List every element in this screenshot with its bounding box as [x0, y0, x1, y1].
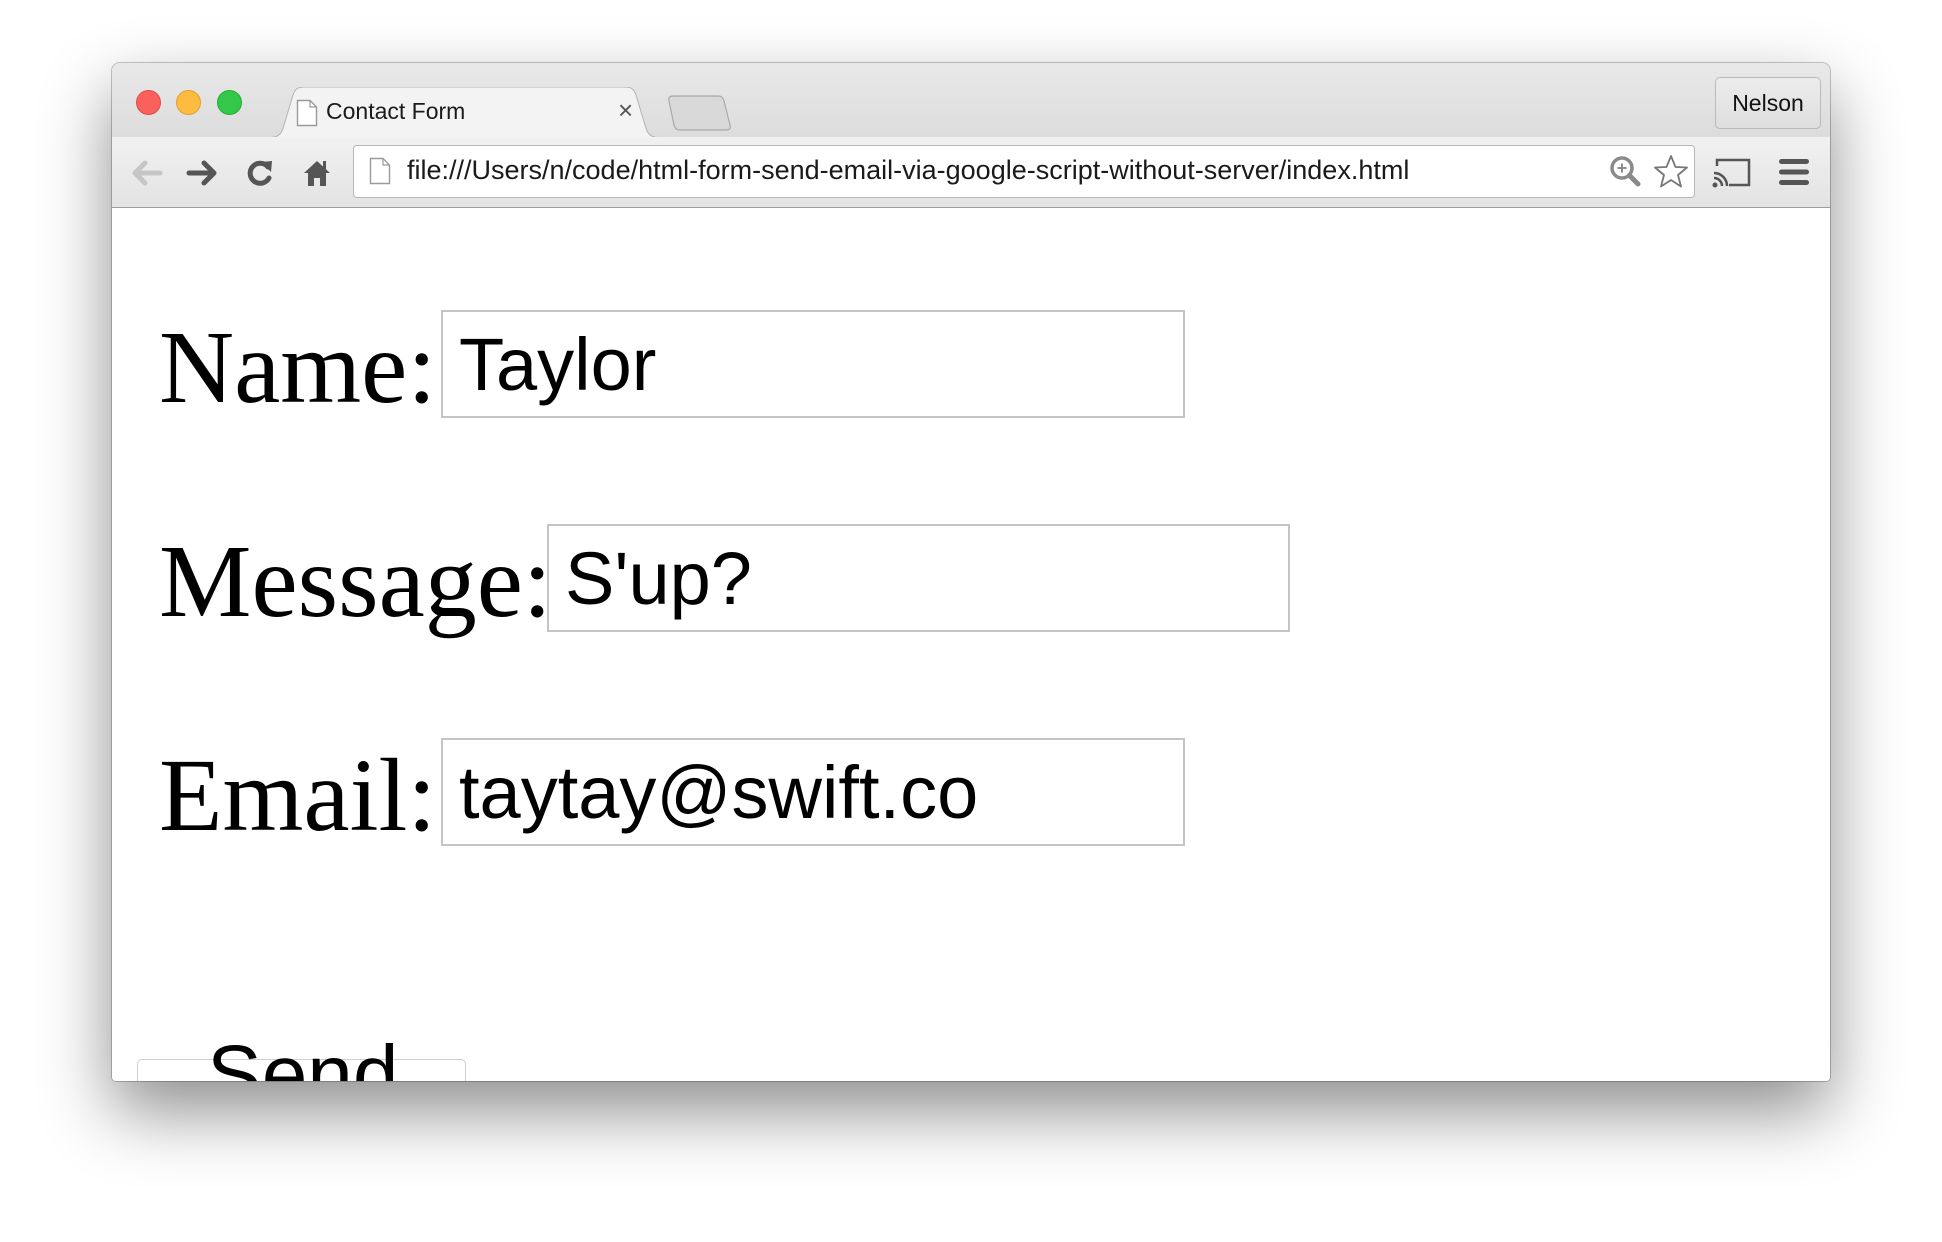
- email-input[interactable]: [441, 738, 1185, 846]
- back-button[interactable]: [129, 155, 165, 191]
- close-window-button[interactable]: [136, 90, 161, 115]
- new-tab-button[interactable]: [666, 95, 732, 131]
- cast-icon[interactable]: [1712, 157, 1752, 189]
- tab-contact-form[interactable]: Contact Form ×: [266, 87, 663, 138]
- reload-icon: [247, 160, 272, 186]
- toolbar: file:///Users/n/code/html-form-send-emai…: [112, 137, 1830, 208]
- minimize-window-button[interactable]: [176, 90, 201, 115]
- page-content: Name: Message: Email: Send: [112, 208, 1830, 1081]
- home-icon: [304, 161, 330, 186]
- star-icon[interactable]: [1652, 153, 1690, 191]
- name-label: Name:: [159, 310, 437, 425]
- zoom-icon[interactable]: [1609, 155, 1643, 189]
- message-label: Message:: [159, 524, 552, 639]
- page-icon: [369, 157, 391, 185]
- send-button-label[interactable]: Send: [207, 1028, 399, 1081]
- tab-close-icon[interactable]: ×: [618, 95, 633, 126]
- back-icon: [132, 160, 163, 186]
- message-input[interactable]: [547, 524, 1290, 632]
- page-icon: [296, 99, 318, 127]
- profile-button[interactable]: Nelson: [1715, 77, 1821, 129]
- url-text[interactable]: file:///Users/n/code/html-form-send-emai…: [407, 155, 1409, 186]
- menu-icon[interactable]: [1778, 157, 1810, 187]
- tab-strip: Contact Form × Nelson: [112, 63, 1830, 138]
- email-label: Email:: [159, 738, 437, 853]
- home-button[interactable]: [299, 155, 335, 191]
- browser-window: Contact Form × Nelson file:///Users/n/co…: [112, 63, 1830, 1081]
- maximize-window-button[interactable]: [217, 90, 242, 115]
- forward-icon: [186, 160, 217, 186]
- address-bar[interactable]: file:///Users/n/code/html-form-send-emai…: [353, 145, 1695, 198]
- reload-button[interactable]: [242, 155, 278, 191]
- tab-title: Contact Form: [326, 98, 466, 124]
- forward-button[interactable]: [184, 155, 220, 191]
- name-input[interactable]: [441, 310, 1185, 418]
